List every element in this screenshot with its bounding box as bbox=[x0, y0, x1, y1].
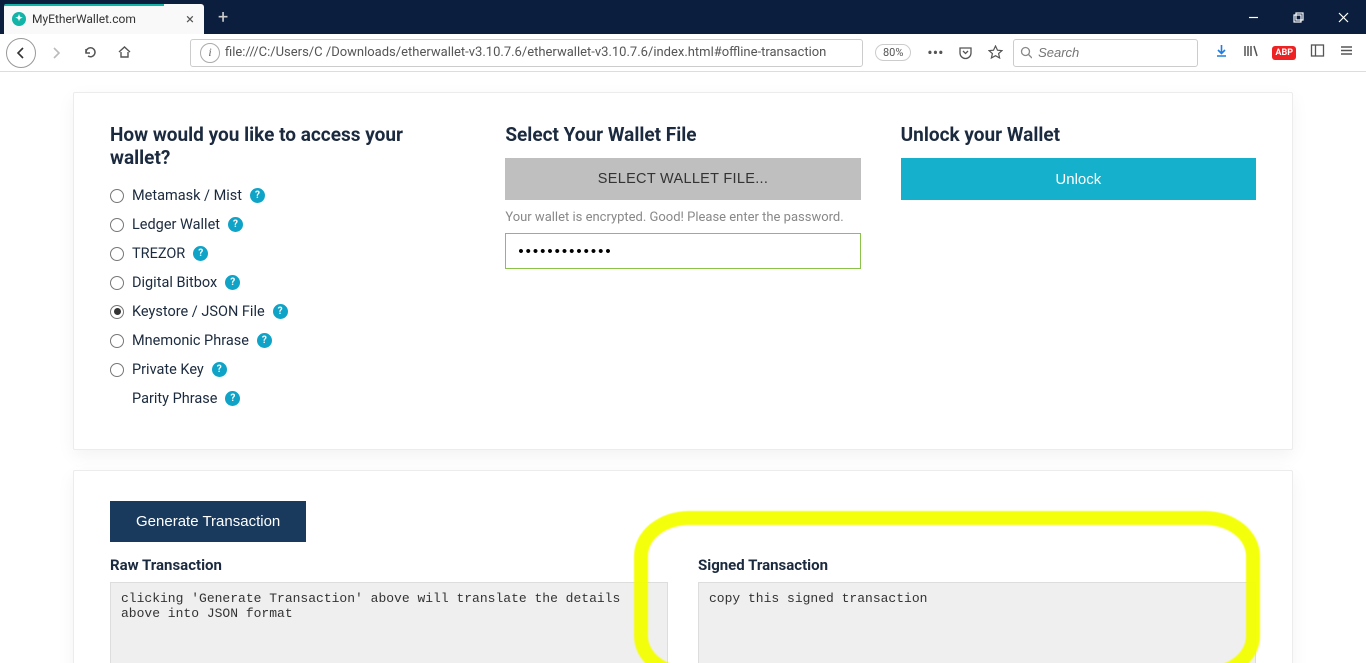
radio-icon bbox=[110, 305, 124, 319]
access-option-digital-bitbox[interactable]: Digital Bitbox? bbox=[110, 268, 465, 297]
radio-icon bbox=[110, 247, 124, 261]
page-viewport[interactable]: How would you like to access your wallet… bbox=[0, 72, 1366, 663]
access-option-label: Parity Phrase bbox=[132, 390, 217, 407]
window-close-button[interactable] bbox=[1321, 0, 1366, 34]
tab-title: MyEtherWallet.com bbox=[32, 12, 178, 26]
radio-icon bbox=[110, 218, 124, 232]
signed-transaction-label: Signed Transaction bbox=[698, 556, 1256, 574]
access-option-parity-phrase[interactable]: Parity Phrase? bbox=[132, 384, 465, 413]
generate-transaction-button[interactable]: Generate Transaction bbox=[110, 501, 306, 542]
help-icon[interactable]: ? bbox=[273, 304, 288, 319]
access-option-ledger-wallet[interactable]: Ledger Wallet? bbox=[110, 210, 465, 239]
page-actions-icon[interactable]: ••• bbox=[923, 43, 947, 62]
radio-icon bbox=[110, 189, 124, 203]
signed-transaction-textarea[interactable]: copy this signed transaction bbox=[698, 582, 1256, 663]
radio-icon bbox=[110, 363, 124, 377]
access-option-label: Digital Bitbox bbox=[132, 274, 217, 291]
window-maximize-button[interactable] bbox=[1276, 0, 1321, 34]
help-icon[interactable]: ? bbox=[257, 333, 272, 348]
menu-icon[interactable] bbox=[1339, 43, 1354, 62]
window-titlebar: ✦ MyEtherWallet.com × + bbox=[0, 0, 1366, 34]
help-icon[interactable]: ? bbox=[212, 362, 227, 377]
search-input[interactable] bbox=[1038, 45, 1191, 60]
home-button[interactable] bbox=[110, 39, 138, 67]
adblock-icon[interactable]: ABP bbox=[1272, 46, 1296, 60]
access-option-metamask-mist[interactable]: Metamask / Mist? bbox=[110, 181, 465, 210]
bookmark-star-icon[interactable] bbox=[983, 45, 1007, 60]
browser-tab[interactable]: ✦ MyEtherWallet.com × bbox=[4, 4, 204, 34]
address-bar[interactable]: i file:///C:/Users/C /Downloads/etherwal… bbox=[190, 39, 863, 67]
password-input[interactable] bbox=[505, 233, 860, 269]
help-icon[interactable]: ? bbox=[250, 188, 265, 203]
access-option-label: Ledger Wallet bbox=[132, 216, 220, 233]
access-option-label: Private Key bbox=[132, 361, 204, 378]
help-icon[interactable]: ? bbox=[225, 275, 240, 290]
url-text: file:///C:/Users/C /Downloads/etherwalle… bbox=[225, 45, 826, 60]
access-option-label: Metamask / Mist bbox=[132, 187, 242, 204]
access-option-label: Mnemonic Phrase bbox=[132, 332, 249, 349]
browser-toolbar: i file:///C:/Users/C /Downloads/etherwal… bbox=[0, 34, 1366, 72]
library-icon[interactable] bbox=[1243, 43, 1258, 62]
favicon-icon: ✦ bbox=[12, 12, 26, 26]
window-minimize-button[interactable] bbox=[1231, 0, 1276, 34]
access-option-trezor[interactable]: TREZOR? bbox=[110, 239, 465, 268]
sidebar-icon[interactable] bbox=[1310, 43, 1325, 62]
site-info-icon[interactable]: i bbox=[200, 43, 220, 63]
access-option-label: TREZOR bbox=[132, 245, 185, 262]
back-button[interactable] bbox=[6, 38, 36, 68]
select-wallet-file-button[interactable]: SELECT WALLET FILE... bbox=[505, 158, 860, 200]
encrypted-hint: Your wallet is encrypted. Good! Please e… bbox=[505, 210, 860, 225]
search-box[interactable] bbox=[1013, 39, 1198, 67]
help-icon[interactable]: ? bbox=[193, 246, 208, 261]
access-heading: How would you like to access your wallet… bbox=[110, 123, 465, 169]
radio-icon bbox=[110, 334, 124, 348]
access-option-private-key[interactable]: Private Key? bbox=[110, 355, 465, 384]
downloads-icon[interactable] bbox=[1214, 43, 1229, 62]
help-icon[interactable]: ? bbox=[225, 391, 240, 406]
access-option-keystore-json-file[interactable]: Keystore / JSON File? bbox=[110, 297, 465, 326]
transaction-card: Generate Transaction Raw Transaction cli… bbox=[73, 470, 1293, 663]
new-tab-button[interactable]: + bbox=[214, 3, 232, 32]
forward-button[interactable] bbox=[42, 39, 70, 67]
access-wallet-card: How would you like to access your wallet… bbox=[73, 92, 1293, 450]
search-icon bbox=[1020, 46, 1032, 59]
help-icon[interactable]: ? bbox=[228, 217, 243, 232]
radio-icon bbox=[110, 276, 124, 290]
raw-transaction-textarea[interactable]: clicking 'Generate Transaction' above wi… bbox=[110, 582, 668, 663]
raw-transaction-label: Raw Transaction bbox=[110, 556, 668, 574]
close-tab-icon[interactable]: × bbox=[184, 10, 196, 29]
zoom-indicator[interactable]: 80% bbox=[875, 44, 911, 61]
unlock-heading: Unlock your Wallet bbox=[901, 123, 1256, 146]
access-option-mnemonic-phrase[interactable]: Mnemonic Phrase? bbox=[110, 326, 465, 355]
unlock-button[interactable]: Unlock bbox=[901, 158, 1256, 200]
select-file-heading: Select Your Wallet File bbox=[505, 123, 860, 146]
access-option-label: Keystore / JSON File bbox=[132, 303, 265, 320]
pocket-icon[interactable] bbox=[953, 45, 977, 60]
reload-button[interactable] bbox=[76, 39, 104, 67]
